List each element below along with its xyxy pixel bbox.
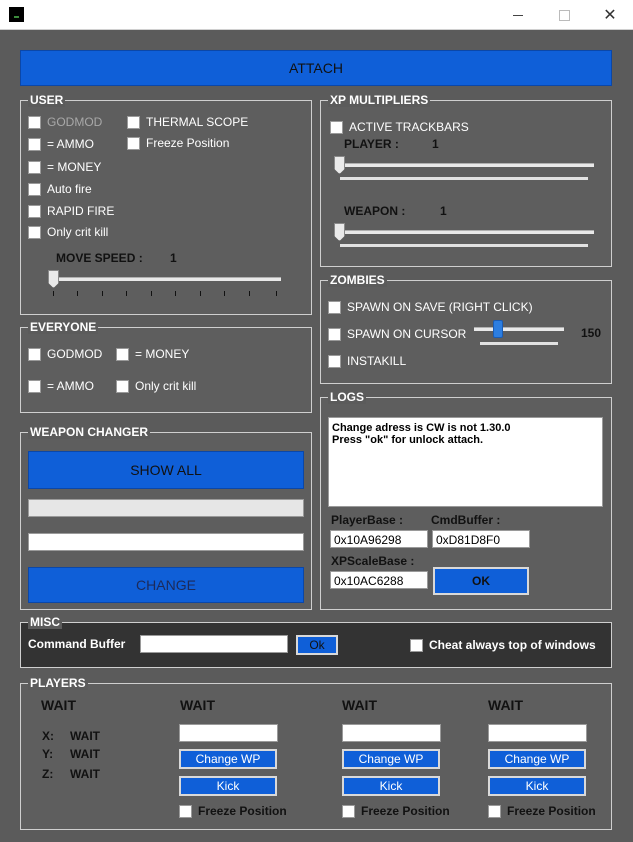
title-bar: ✕ <box>0 0 633 30</box>
logs-textbox[interactable]: Change adress is CW is not 1.30.0 Press … <box>328 417 603 507</box>
player-2-weapon-input[interactable] <box>179 724 278 742</box>
player-2-change-wp-button[interactable]: Change WP <box>179 749 277 769</box>
minimize-button[interactable] <box>495 0 541 30</box>
money-checkbox[interactable]: = MONEY <box>28 160 101 174</box>
misc-title: MISC <box>28 615 62 629</box>
player-3-change-wp-button[interactable]: Change WP <box>342 749 440 769</box>
active-trackbars-checkbox[interactable]: ACTIVE TRACKBARS <box>330 120 469 134</box>
player-4-name: WAIT <box>488 697 523 713</box>
log-line: Press "ok" for unlock attach. <box>332 434 484 446</box>
xp-player-label: PLAYER : <box>344 137 399 151</box>
player-y-value: WAIT <box>70 747 100 761</box>
command-ok-button[interactable]: Ok <box>296 635 338 655</box>
player-2-name: WAIT <box>180 697 215 713</box>
close-button[interactable]: ✕ <box>587 0 633 30</box>
weapon-list-select[interactable] <box>28 499 304 517</box>
user-group-title: USER <box>28 93 66 107</box>
weapon-id-input[interactable] <box>28 533 304 551</box>
show-all-button[interactable]: SHOW ALL <box>28 451 304 489</box>
attach-button[interactable]: ATTACH <box>20 50 612 86</box>
player-x-value: WAIT <box>70 729 100 743</box>
ammo-checkbox[interactable]: = AMMO <box>28 137 94 151</box>
player-1-name: WAIT <box>41 697 76 713</box>
xp-weapon-track <box>334 230 594 234</box>
everyone-money-checkbox[interactable]: = MONEY <box>116 347 189 361</box>
xp-player-track <box>334 163 594 167</box>
player-y-label: Y: <box>42 747 54 761</box>
xp-weapon-value: 1 <box>440 204 447 218</box>
logs-title: LOGS <box>328 390 367 404</box>
weapon-changer-title: WEAPON CHANGER <box>28 425 151 439</box>
rapid-fire-checkbox[interactable]: RAPID FIRE <box>28 204 114 218</box>
everyone-crit-checkbox[interactable]: Only crit kill <box>116 379 196 393</box>
everyone-group-title: EVERYONE <box>28 320 99 334</box>
xp-player-value: 1 <box>432 137 439 151</box>
xp-scale-base-input[interactable]: 0x10AC6288 <box>330 571 428 589</box>
player-base-input[interactable]: 0x10A96298 <box>330 530 428 548</box>
move-speed-ticks <box>53 291 277 296</box>
spawn-on-save-checkbox[interactable]: SPAWN ON SAVE (RIGHT CLICK) <box>328 300 533 314</box>
xp-multipliers-title: XP MULTIPLIERS <box>328 93 431 107</box>
log-line: Change adress is CW is not 1.30.0 <box>332 422 511 434</box>
freeze-position-checkbox[interactable]: Freeze Position <box>127 136 229 150</box>
player-z-label: Z: <box>42 767 54 781</box>
ok-button[interactable]: OK <box>433 567 529 595</box>
zombies-title: ZOMBIES <box>328 273 387 287</box>
player-4-change-wp-button[interactable]: Change WP <box>488 749 586 769</box>
only-crit-kill-checkbox[interactable]: Only crit kill <box>28 225 108 239</box>
instakill-checkbox[interactable]: INSTAKILL <box>328 354 406 368</box>
cursor-distance-base <box>480 342 558 345</box>
player-3-weapon-input[interactable] <box>342 724 441 742</box>
player-x-label: X: <box>42 729 54 743</box>
xp-scale-base-label: XPScaleBase : <box>331 554 415 568</box>
cursor-distance-track <box>474 327 564 331</box>
spawn-on-cursor-checkbox[interactable]: SPAWN ON CURSOR <box>328 327 466 341</box>
everyone-ammo-checkbox[interactable]: = AMMO <box>28 379 94 393</box>
auto-fire-checkbox[interactable]: Auto fire <box>28 182 92 196</box>
command-buffer-input[interactable] <box>140 635 288 653</box>
move-speed-label: MOVE SPEED : <box>56 251 143 265</box>
player-4-weapon-input[interactable] <box>488 724 587 742</box>
everyone-group: EVERYONE <box>20 320 312 413</box>
everyone-godmod-checkbox[interactable]: GODMOD <box>28 347 102 361</box>
player-base-label: PlayerBase : <box>331 513 404 527</box>
command-buffer-label: Command Buffer <box>28 637 126 651</box>
players-title: PLAYERS <box>28 676 88 690</box>
xp-weapon-base <box>340 244 588 247</box>
player-z-value: WAIT <box>70 767 100 781</box>
move-speed-value: 1 <box>170 251 177 265</box>
player-2-freeze-checkbox[interactable]: Freeze Position <box>179 804 287 818</box>
player-4-freeze-checkbox[interactable]: Freeze Position <box>488 804 596 818</box>
xp-weapon-label: WEAPON : <box>344 204 406 218</box>
player-2-kick-button[interactable]: Kick <box>179 776 277 796</box>
cmd-buffer-label: CmdBuffer : <box>431 513 501 527</box>
maximize-button[interactable] <box>541 0 587 30</box>
player-3-name: WAIT <box>342 697 377 713</box>
cursor-distance-value: 150 <box>581 326 602 340</box>
player-3-freeze-checkbox[interactable]: Freeze Position <box>342 804 450 818</box>
thermal-scope-checkbox[interactable]: THERMAL SCOPE <box>127 115 248 129</box>
always-on-top-checkbox[interactable]: Cheat always top of windows <box>410 638 596 652</box>
xp-player-base <box>340 177 588 180</box>
app-icon <box>9 7 24 22</box>
player-3-kick-button[interactable]: Kick <box>342 776 440 796</box>
move-speed-track <box>48 277 281 281</box>
cmd-buffer-input[interactable]: 0xD81D8F0 <box>432 530 530 548</box>
change-weapon-button[interactable]: CHANGE <box>28 567 304 603</box>
godmod-checkbox[interactable]: GODMOD <box>28 115 102 129</box>
player-4-kick-button[interactable]: Kick <box>488 776 586 796</box>
cursor-distance-slider[interactable] <box>493 320 503 338</box>
